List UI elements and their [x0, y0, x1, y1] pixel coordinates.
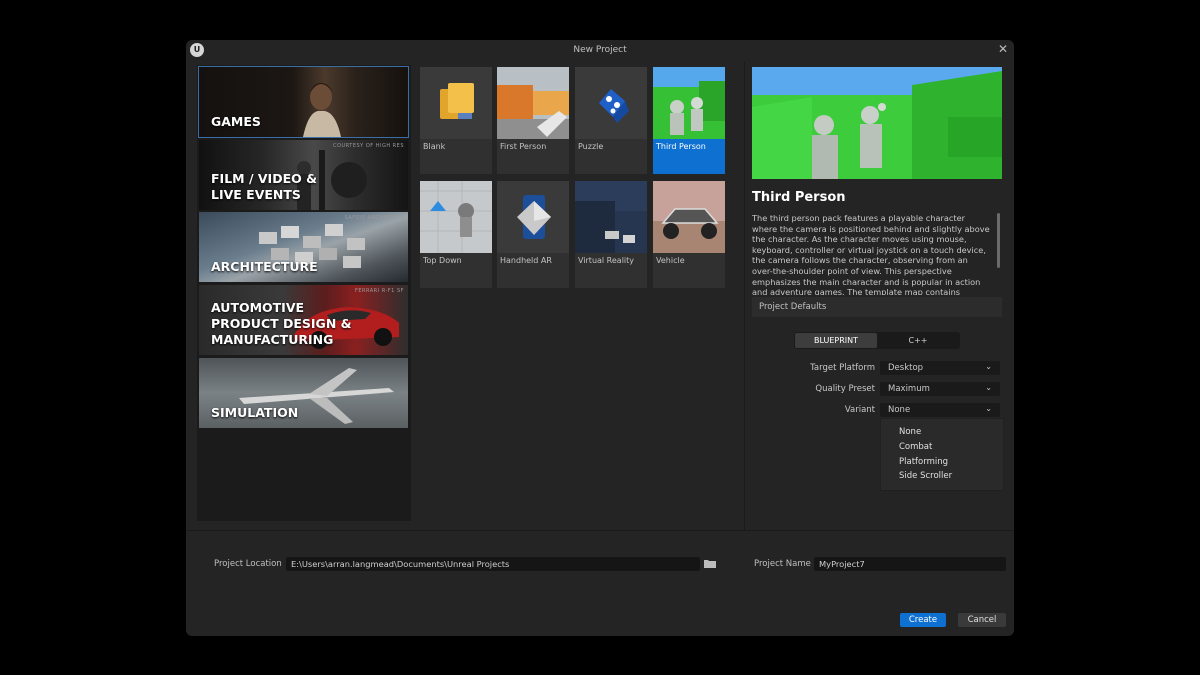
vehicle-thumbnail: [653, 181, 725, 253]
template-handheld-ar[interactable]: Handheld AR: [497, 181, 569, 288]
template-name: Virtual Reality: [578, 256, 635, 265]
chevron-down-icon: ⌄: [985, 404, 992, 413]
virtual-reality-thumbnail: [575, 181, 647, 253]
top-down-thumbnail: [420, 181, 492, 253]
first-person-thumbnail: [497, 67, 569, 139]
chevron-down-icon: ⌄: [985, 383, 992, 392]
variant-option-platforming[interactable]: Platforming: [899, 457, 948, 467]
template-name: Puzzle: [578, 142, 604, 151]
template-name: Blank: [423, 142, 446, 151]
third-person-thumbnail: [653, 67, 725, 139]
variant-option-side-scroller[interactable]: Side Scroller: [899, 471, 952, 481]
category-watermark: SAFDIE ARCHITECTS: [344, 215, 404, 221]
cancel-button[interactable]: Cancel: [958, 613, 1006, 627]
variant-value: None: [888, 405, 911, 415]
template-name: Handheld AR: [500, 256, 552, 265]
template-name: First Person: [500, 142, 547, 151]
quality-preset-label: Quality Preset: [815, 384, 875, 394]
template-name: Third Person: [656, 142, 706, 151]
project-name-label: Project Name: [754, 559, 811, 569]
target-platform-label: Target Platform: [810, 363, 875, 373]
variant-option-none[interactable]: None: [899, 427, 921, 437]
create-button[interactable]: Create: [900, 613, 946, 627]
category-label: AUTOMOTIVE PRODUCT DESIGN & MANUFACTURIN…: [211, 300, 352, 347]
category-label: ARCHITECTURE: [211, 259, 318, 274]
template-title: Third Person: [752, 190, 846, 205]
template-vehicle[interactable]: Vehicle: [653, 181, 725, 288]
quality-preset-dropdown[interactable]: Maximum ⌄: [880, 382, 1000, 396]
template-third-person[interactable]: Third Person: [653, 67, 725, 174]
template-blank[interactable]: Blank: [420, 67, 492, 174]
footer-divider: [186, 530, 1014, 531]
category-automotive[interactable]: FERRARI R-F1 SF AUTOMOTIVE PRODUCT DESIG…: [199, 285, 408, 355]
handheld-ar-thumbnail: [497, 181, 569, 253]
variant-dropdown-menu: None Combat Platforming Side Scroller: [880, 418, 1004, 491]
template-top-down[interactable]: Top Down: [420, 181, 492, 288]
code-type-toggle: BLUEPRINT C++: [794, 332, 960, 349]
category-label: FILM / VIDEO & LIVE EVENTS: [211, 171, 317, 202]
project-name-field[interactable]: [814, 557, 1006, 571]
target-platform-value: Desktop: [888, 363, 924, 373]
category-film-video-live-events[interactable]: COURTESY OF HIGH RES FILM / VIDEO & LIVE…: [199, 140, 408, 210]
template-puzzle[interactable]: Puzzle: [575, 67, 647, 174]
dialog-title: New Project: [573, 45, 627, 55]
category-watermark: COURTESY OF HIGH RES: [333, 143, 404, 149]
template-preview-image: [752, 67, 1002, 179]
project-location-input[interactable]: [291, 557, 691, 571]
category-panel: GAMES COURTESY OF HIGH RES FILM / VIDEO …: [197, 65, 411, 521]
category-label: SIMULATION: [211, 405, 299, 420]
project-name-input[interactable]: [819, 557, 999, 571]
project-defaults-label: Project Defaults: [759, 302, 827, 312]
category-architecture[interactable]: SAFDIE ARCHITECTS ARCHITECTURE: [199, 212, 408, 282]
template-virtual-reality[interactable]: Virtual Reality: [575, 181, 647, 288]
template-details-panel: Third Person The third person pack featu…: [744, 62, 1014, 530]
blank-thumbnail: [420, 67, 492, 139]
category-simulation[interactable]: SIMULATION: [199, 358, 408, 428]
puzzle-thumbnail: [575, 67, 647, 139]
variant-label: Variant: [844, 405, 875, 415]
folder-icon[interactable]: [704, 558, 716, 568]
quality-preset-value: Maximum: [888, 384, 930, 394]
project-location-label: Project Location: [214, 559, 282, 569]
target-platform-dropdown[interactable]: Desktop ⌄: [880, 361, 1000, 375]
category-label: GAMES: [211, 114, 261, 129]
variant-dropdown[interactable]: None ⌄: [880, 403, 1000, 417]
description-scrollbar[interactable]: [997, 213, 1000, 268]
template-name: Vehicle: [656, 256, 685, 265]
project-defaults-header: Project Defaults: [752, 297, 1002, 317]
variant-option-combat[interactable]: Combat: [899, 442, 932, 452]
template-description: The third person pack features a playabl…: [752, 213, 990, 295]
blueprint-toggle-button[interactable]: BLUEPRINT: [795, 333, 877, 348]
new-project-dialog: U New Project ✕ GAMES COURTESY OF HIGH R…: [186, 40, 1014, 636]
category-games[interactable]: GAMES: [198, 66, 409, 138]
template-first-person[interactable]: First Person: [497, 67, 569, 174]
close-icon[interactable]: ✕: [998, 42, 1008, 56]
template-name: Top Down: [423, 256, 462, 265]
chevron-down-icon: ⌄: [985, 362, 992, 371]
cpp-toggle-button[interactable]: C++: [877, 333, 959, 348]
title-bar: U New Project ✕: [186, 40, 1014, 62]
project-location-field[interactable]: [286, 557, 700, 571]
category-watermark: FERRARI R-F1 SF: [354, 288, 404, 294]
